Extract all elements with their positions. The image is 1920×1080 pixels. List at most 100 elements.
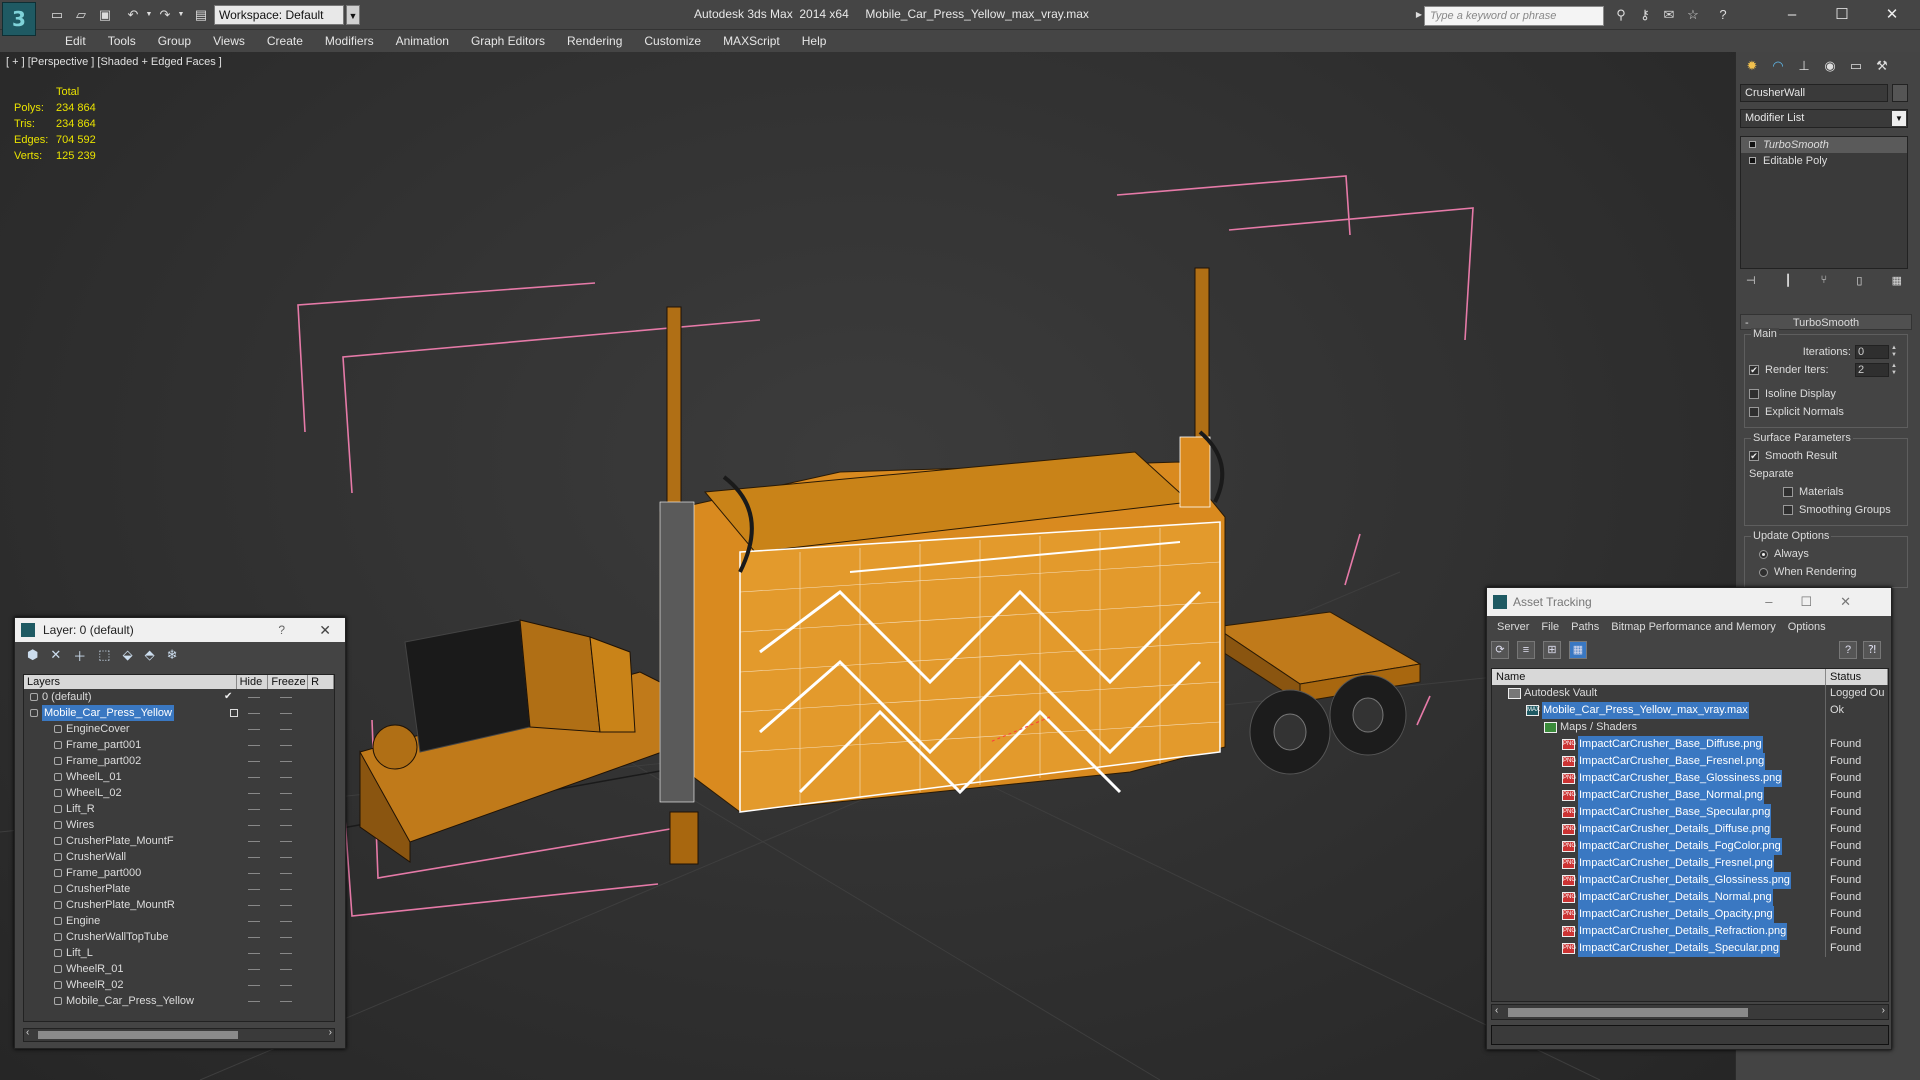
display-tab-icon[interactable]: ▭ [1844,54,1868,78]
column-hide[interactable]: Hide [237,675,269,689]
collapse-icon[interactable]: - [1745,315,1749,331]
freeze-toggle[interactable] [270,785,302,801]
asset-tracking-titlebar[interactable]: Asset Tracking –☐✕ [1487,588,1891,616]
asset-row[interactable]: Maps / Shaders [1492,719,1888,736]
render-iters-spinner[interactable]: 2 [1855,363,1889,377]
stack-item-editable-poly[interactable]: Editable Poly [1741,153,1907,169]
remove-modifier-icon[interactable]: ▯ [1856,274,1862,294]
layer-manager-titlebar[interactable]: Layer: 0 (default) ? ✕ [15,618,345,642]
layer-row[interactable]: WheelR_02 [24,977,334,993]
hide-toggle[interactable] [238,961,270,977]
menu-maxscript[interactable]: MAXScript [712,30,791,52]
hide-toggle[interactable] [238,801,270,817]
object-color-swatch[interactable] [1892,84,1908,102]
layer-name-cell[interactable]: Frame_part001 [24,737,238,753]
layer-name-cell[interactable]: Frame_part000 [24,865,238,881]
freeze-toggle[interactable] [270,977,302,993]
layer-name-cell[interactable]: Mobile_Car_Press_Yellow [24,993,238,1009]
freeze-toggle[interactable] [270,913,302,929]
column-freeze[interactable]: Freeze [268,675,309,689]
make-unique-icon[interactable]: ⑂ [1821,274,1828,294]
asset-name-cell[interactable]: Maps / Shaders [1492,719,1826,736]
column-render[interactable]: R [308,675,334,689]
asset-row[interactable]: PNG ImpactCarCrusher_Details_FogColor.png… [1492,838,1888,855]
freeze-all-icon[interactable]: ❄ [167,647,178,663]
asset-row[interactable]: PNG ImpactCarCrusher_Details_Refraction.p… [1492,923,1888,940]
freeze-toggle[interactable] [270,721,302,737]
lightbulb-icon[interactable] [1749,141,1756,148]
hide-all-icon[interactable]: ⬘ [145,647,155,663]
asset-row[interactable]: PNG ImpactCarCrusher_Details_Opacity.png F… [1492,906,1888,923]
scroll-right-icon[interactable]: › [1882,1005,1885,1016]
menu-animation[interactable]: Animation [385,30,460,52]
communication-icon[interactable]: ✉ [1660,6,1678,24]
asset-row[interactable]: PNG ImpactCarCrusher_Base_Glossiness.png F… [1492,770,1888,787]
asset-row[interactable]: PNG ImpactCarCrusher_Details_Fresnel.png F… [1492,855,1888,872]
context-help-icon[interactable]: ⁈ [1863,641,1881,659]
freeze-toggle[interactable] [270,705,302,721]
layer-name-cell[interactable]: EngineCover [24,721,238,737]
freeze-toggle[interactable] [270,929,302,945]
layer-row[interactable]: CrusherPlate_MountR [24,897,334,913]
layer-row[interactable]: EngineCover [24,721,334,737]
asset-row[interactable]: PNG ImpactCarCrusher_Details_Diffuse.png F… [1492,821,1888,838]
motion-tab-icon[interactable]: ◉ [1818,54,1842,78]
asset-name-cell[interactable]: PNG ImpactCarCrusher_Details_Glossiness.p… [1492,872,1826,889]
isoline-display-checkbox[interactable] [1749,389,1759,399]
menu-modifiers[interactable]: Modifiers [314,30,385,52]
freeze-toggle[interactable] [270,689,302,705]
asset-name-cell[interactable]: PNG ImpactCarCrusher_Details_Refraction.p… [1492,923,1826,940]
hide-toggle[interactable] [238,817,270,833]
layer-name-cell[interactable]: WheelL_02 [24,785,238,801]
explicit-normals-checkbox[interactable] [1749,407,1759,417]
menu-customize[interactable]: Customize [633,30,712,52]
freeze-toggle[interactable] [270,769,302,785]
layer-row[interactable]: Wires [24,817,334,833]
horizontal-scrollbar[interactable]: ‹ › [1491,1004,1889,1020]
asset-menu-file[interactable]: File [1535,616,1565,638]
new-file-icon[interactable]: ▭ [48,6,66,24]
layer-name-cell[interactable]: Wires [24,817,238,833]
smoothing-groups-checkbox[interactable] [1783,505,1793,515]
save-file-icon[interactable]: ▣ [96,6,114,24]
asset-name-cell[interactable]: PNG ImpactCarCrusher_Base_Specular.png [1492,804,1826,821]
layer-name-cell[interactable]: Frame_part002 [24,753,238,769]
add-to-layer-icon[interactable]: ＋ [73,646,86,665]
freeze-toggle[interactable] [270,833,302,849]
delete-layer-icon[interactable]: ✕ [50,647,61,663]
asset-row[interactable]: PNG ImpactCarCrusher_Base_Specular.png Fou… [1492,804,1888,821]
menu-rendering[interactable]: Rendering [556,30,633,52]
create-layer-icon[interactable]: ⬢ [27,647,38,663]
layer-name-cell[interactable]: WheelR_02 [24,977,238,993]
asset-name-cell[interactable]: PNG ImpactCarCrusher_Base_Fresnel.png [1492,753,1826,770]
layer-name-cell[interactable]: WheelR_01 [24,961,238,977]
subscription-icon[interactable]: ⚷ [1636,6,1654,24]
layer-name-cell[interactable]: 0 (default) [24,689,238,705]
asset-status-field[interactable] [1491,1025,1889,1045]
layer-row[interactable]: Frame_part002 [24,753,334,769]
menu-group[interactable]: Group [147,30,202,52]
layer-row[interactable]: WheelR_01 [24,961,334,977]
menu-views[interactable]: Views [202,30,256,52]
hide-toggle[interactable] [238,753,270,769]
freeze-toggle[interactable] [270,961,302,977]
layer-row[interactable]: WheelL_02 [24,785,334,801]
scrollbar-thumb[interactable] [1508,1008,1748,1017]
asset-name-cell[interactable]: PNG ImpactCarCrusher_Base_Normal.png [1492,787,1826,804]
asset-name-cell[interactable]: PNG ImpactCarCrusher_Details_Normal.png [1492,889,1826,906]
layer-name-cell[interactable]: Lift_L [24,945,238,961]
show-end-result-icon[interactable]: ┃ [1785,274,1792,294]
asset-row[interactable]: MAX Mobile_Car_Press_Yellow_max_vray.max O… [1492,702,1888,719]
open-file-icon[interactable]: ▱ [72,6,90,24]
utilities-tab-icon[interactable]: ⚒ [1870,54,1894,78]
highlight-selected-icon[interactable]: ⬙ [123,647,133,663]
freeze-toggle[interactable] [270,817,302,833]
hide-toggle[interactable] [238,897,270,913]
minimize-icon[interactable]: – [1770,4,1814,26]
expand-icon[interactable] [1749,157,1756,164]
redo-dropdown-icon[interactable]: ▼ [172,6,190,24]
freeze-toggle[interactable] [270,737,302,753]
layer-row[interactable]: Frame_part000 [24,865,334,881]
layer-row[interactable]: CrusherPlate_MountF [24,833,334,849]
stack-item-turbosmooth[interactable]: TurboSmooth [1741,137,1907,153]
